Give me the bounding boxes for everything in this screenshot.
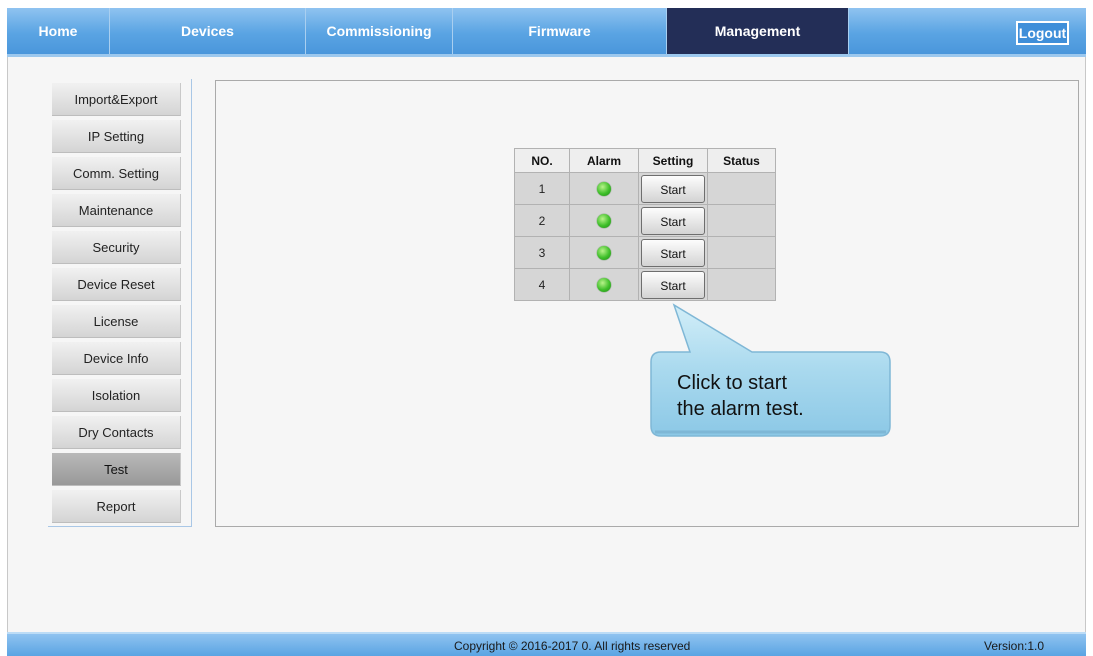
tab-firmware[interactable]: Firmware (453, 8, 667, 54)
page: Home Devices Commissioning Firmware Mana… (0, 0, 1093, 656)
sidebar-item-maintenance[interactable]: Maintenance (52, 194, 181, 227)
tab-home[interactable]: Home (7, 8, 110, 54)
alarm-led-icon (597, 245, 611, 260)
alarm-led-icon (597, 181, 611, 196)
alarm-led-icon (597, 213, 611, 228)
sidebar-item-dry-contacts[interactable]: Dry Contacts (52, 416, 181, 449)
setting-cell: Start (638, 204, 708, 237)
table-row: 3 Start (514, 236, 776, 269)
start-button[interactable]: Start (641, 206, 705, 235)
header-setting: Setting (638, 148, 708, 173)
status-cell (707, 204, 776, 237)
setting-cell: Start (638, 236, 708, 269)
copyright-text: Copyright © 2016-2017 0. All rights rese… (454, 639, 691, 653)
sidebar-item-ip-setting[interactable]: IP Setting (52, 120, 181, 153)
logout-button[interactable]: Logout (1016, 21, 1069, 45)
callout-line-1: Click to start (677, 372, 788, 394)
header-alarm: Alarm (569, 148, 639, 173)
version-text: Version:1.0 (984, 639, 1045, 653)
header-no: NO. (514, 148, 570, 173)
start-button[interactable]: Start (641, 174, 705, 203)
top-navigation: Home Devices Commissioning Firmware Mana… (7, 8, 1086, 57)
sidebar-item-security[interactable]: Security (52, 231, 181, 264)
table-row: 2 Start (514, 204, 776, 237)
row-number: 2 (514, 204, 570, 237)
footer: Copyright © 2016-2017 0. All rights rese… (7, 632, 1086, 656)
tab-devices[interactable]: Devices (110, 8, 306, 54)
table-row: 1 Start (514, 172, 776, 205)
callout-line-2: the alarm test. (677, 398, 804, 420)
table-header-row: NO. Alarm Setting Status (514, 148, 776, 173)
start-button[interactable]: Start (641, 270, 705, 299)
header-status: Status (707, 148, 776, 173)
sidebar: Import&Export IP Setting Comm. Setting M… (48, 79, 192, 527)
sidebar-item-license[interactable]: License (52, 305, 181, 338)
sidebar-item-report[interactable]: Report (52, 490, 181, 523)
start-button[interactable]: Start (641, 238, 705, 267)
status-cell (707, 236, 776, 269)
alarm-cell (569, 268, 639, 301)
sidebar-item-test[interactable]: Test (52, 453, 181, 486)
row-number: 1 (514, 172, 570, 205)
callout-text: Click to start the alarm test. (677, 370, 877, 422)
table-row: 4 Start (514, 268, 776, 301)
sidebar-item-import-export[interactable]: Import&Export (52, 83, 181, 116)
status-cell (707, 172, 776, 205)
setting-cell: Start (638, 172, 708, 205)
alarm-led-icon (597, 277, 611, 292)
alarm-cell (569, 236, 639, 269)
status-cell (707, 268, 776, 301)
row-number: 3 (514, 236, 570, 269)
setting-cell: Start (638, 268, 708, 301)
tab-management[interactable]: Management (667, 8, 849, 54)
tab-commissioning[interactable]: Commissioning (306, 8, 453, 54)
sidebar-item-isolation[interactable]: Isolation (52, 379, 181, 412)
sidebar-item-device-info[interactable]: Device Info (52, 342, 181, 375)
sidebar-item-comm-setting[interactable]: Comm. Setting (52, 157, 181, 190)
alarm-cell (569, 172, 639, 205)
alarm-cell (569, 204, 639, 237)
alarm-test-table: NO. Alarm Setting Status 1 Start 2 Start… (514, 148, 776, 301)
sidebar-item-device-reset[interactable]: Device Reset (52, 268, 181, 301)
row-number: 4 (514, 268, 570, 301)
